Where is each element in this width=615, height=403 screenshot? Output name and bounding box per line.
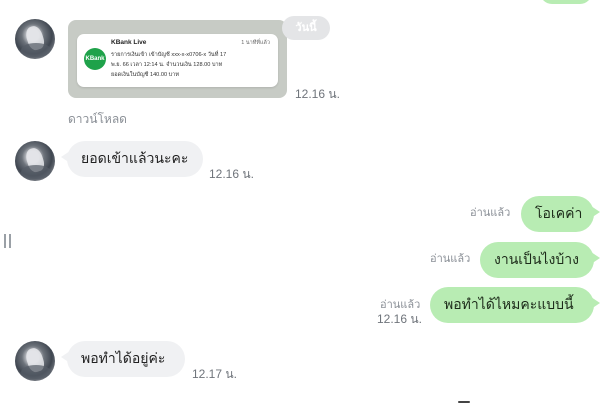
notification-line: ยอดเงินในบัญชี 140.00 บาท (111, 72, 180, 78)
message-time: 12.16 น. (295, 87, 340, 101)
notification-line: พ.ย. 66 เวลา 12:14 น. จำนวนเงิน 128.00 บ… (111, 62, 223, 68)
outgoing-message-bubble[interactable]: งานเป็นไงบ้าง (480, 242, 600, 278)
avatar[interactable] (15, 141, 55, 181)
avatar[interactable] (15, 341, 55, 381)
outgoing-message-bubble[interactable]: โอเคค่า (521, 196, 600, 232)
incoming-message-bubble[interactable]: พอทำได้อยู่ค่ะ (61, 341, 185, 377)
incoming-message-bubble[interactable]: ยอดเข้าแล้วนะคะ (61, 141, 203, 177)
notification-screenshot: KBank Live KBank Live 1 นาทีที่แล้ว รายก… (77, 34, 278, 87)
notification-line: รายการเงินเข้า เข้าบัญชี xxx-x-x0706-x ว… (111, 52, 227, 58)
pane-resize-handle[interactable] (4, 234, 11, 248)
notification-time: 1 นาทีที่แล้ว (241, 40, 270, 46)
message-time: 12.16 น. (209, 167, 254, 181)
image-message[interactable]: KBank Live KBank Live 1 นาทีที่แล้ว รายก… (68, 20, 287, 98)
message-time: 12.16 น. (377, 312, 422, 326)
previous-outgoing-bubble (540, 0, 592, 4)
message-time: 12.17 น. (192, 367, 237, 381)
avatar[interactable] (15, 19, 55, 59)
read-receipt: อ่านแล้ว (430, 253, 471, 265)
outgoing-message-bubble[interactable]: พอทำได้ไหมคะแบบนี้ (430, 287, 600, 323)
read-receipt: อ่านแล้ว (470, 207, 511, 219)
download-link[interactable]: ดาวน์โหลด (68, 110, 127, 129)
kbank-logo-icon: KBank Live (84, 48, 106, 84)
date-chip: วันนี้ (282, 16, 330, 40)
notification-title: KBank Live (111, 39, 147, 46)
